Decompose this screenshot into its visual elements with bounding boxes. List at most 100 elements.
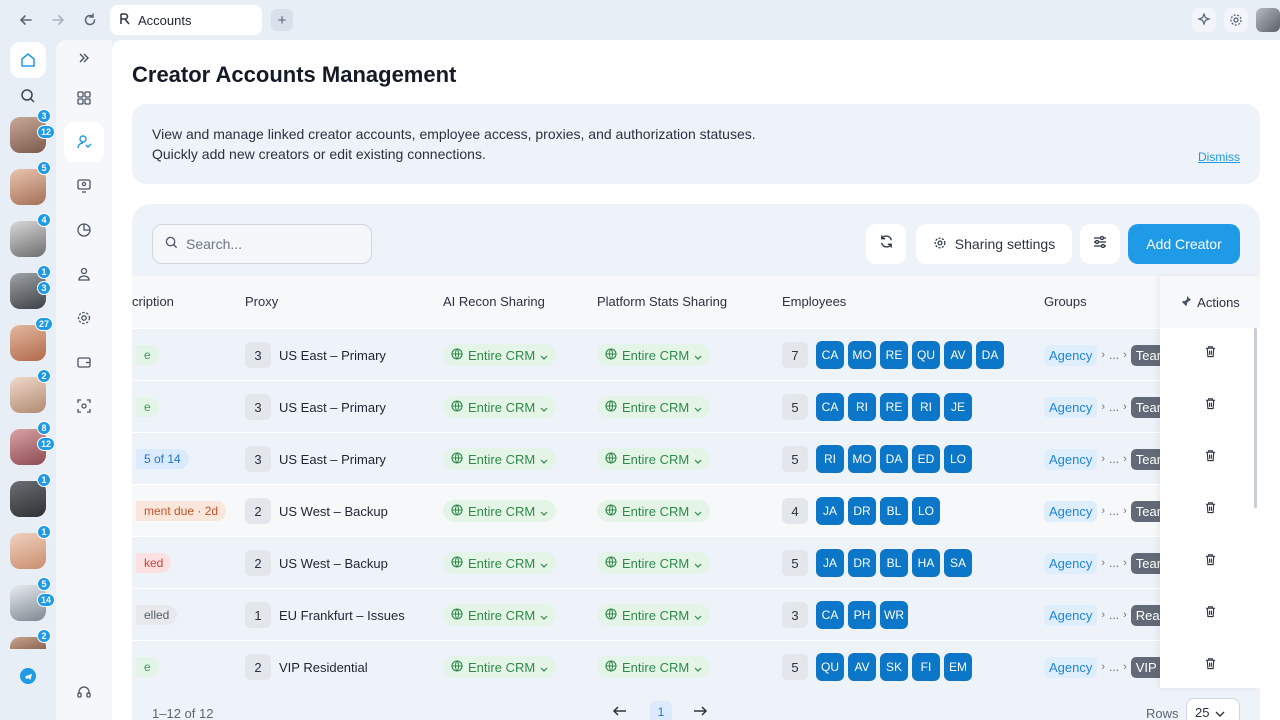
filter-button[interactable]	[1080, 224, 1120, 264]
employee-chip[interactable]: BL	[880, 549, 908, 577]
new-tab-button[interactable]: +	[271, 9, 293, 31]
employee-chip[interactable]: FI	[912, 653, 940, 681]
delete-row-button[interactable]	[1160, 588, 1260, 640]
proxy-name[interactable]: EU Frankfurt – Issues	[279, 608, 405, 623]
monitor-user-icon[interactable]	[64, 166, 104, 206]
ai-recon-dropdown[interactable]: Entire CRM	[443, 396, 557, 418]
table-row[interactable]: 5 of 14 3 US East – Primary Entire CRM Entir…	[132, 432, 1260, 484]
browser-tab[interactable]: Accounts	[110, 5, 262, 35]
employee-chip[interactable]: AV	[848, 653, 876, 681]
group-tag[interactable]: Agency	[1044, 396, 1098, 418]
employee-chip[interactable]: DR	[848, 549, 876, 577]
ai-recon-dropdown[interactable]: Entire CRM	[443, 448, 557, 470]
reload-icon[interactable]	[80, 10, 100, 30]
employee-chip[interactable]: CA	[816, 341, 844, 369]
employee-chip[interactable]: RE	[880, 393, 908, 421]
back-icon[interactable]	[16, 10, 36, 30]
user-group-icon[interactable]	[64, 254, 104, 294]
employee-chip[interactable]: RE	[880, 341, 908, 369]
delete-row-button[interactable]	[1160, 484, 1260, 536]
employee-chip[interactable]: LO	[944, 445, 972, 473]
employee-chip[interactable]: JA	[816, 497, 844, 525]
column-header-proxy[interactable]: Proxy	[245, 294, 278, 309]
employee-chip[interactable]: ED	[912, 445, 940, 473]
platform-stats-dropdown[interactable]: Entire CRM	[597, 396, 711, 418]
table-row[interactable]: e 2 VIP Residential Entire CRM Entire CRM 5 QU…	[132, 640, 1260, 692]
creator-avatar[interactable]: 27	[10, 317, 54, 361]
table-row[interactable]: e 3 US East – Primary Entire CRM Entire CRM 5…	[132, 380, 1260, 432]
employee-chip[interactable]: MO	[848, 445, 876, 473]
rows-per-page-select[interactable]: 25	[1186, 698, 1240, 720]
ai-recon-dropdown[interactable]: Entire CRM	[443, 500, 557, 522]
column-header-groups[interactable]: Groups	[1044, 294, 1087, 309]
dismiss-link[interactable]: Dismiss	[1198, 147, 1240, 167]
delete-row-button[interactable]	[1160, 536, 1260, 588]
creator-avatar[interactable]: 2	[10, 369, 51, 413]
employee-chip[interactable]: DA	[976, 341, 1004, 369]
creator-avatar[interactable]: 3 12	[10, 109, 56, 153]
page-number[interactable]: 1	[650, 701, 672, 720]
employee-chip[interactable]: RI	[848, 393, 876, 421]
ai-recon-dropdown[interactable]: Entire CRM	[443, 344, 557, 366]
platform-stats-dropdown[interactable]: Entire CRM	[597, 552, 711, 574]
employee-chip[interactable]: MO	[848, 341, 876, 369]
employee-chip[interactable]: RI	[816, 445, 844, 473]
platform-stats-dropdown[interactable]: Entire CRM	[597, 448, 711, 470]
table-row[interactable]: e 3 US East – Primary Entire CRM Entire CRM 7…	[132, 328, 1260, 380]
creator-avatar[interactable]: 1	[10, 473, 51, 517]
delete-row-button[interactable]	[1160, 328, 1260, 380]
employee-chip[interactable]: SA	[944, 549, 972, 577]
group-tag[interactable]: Agency	[1044, 656, 1098, 678]
employee-chip[interactable]: QU	[816, 653, 844, 681]
group-tag[interactable]: Agency	[1044, 552, 1098, 574]
add-creator-button[interactable]: Add Creator	[1128, 224, 1240, 264]
group-tag[interactable]: Agency	[1044, 344, 1098, 366]
employee-chip[interactable]: DR	[848, 497, 876, 525]
ai-recon-dropdown[interactable]: Entire CRM	[443, 604, 557, 626]
creator-avatar[interactable]: 1 3	[10, 265, 51, 309]
ai-recon-dropdown[interactable]: Entire CRM	[443, 552, 557, 574]
ai-recon-dropdown[interactable]: Entire CRM	[443, 656, 557, 678]
expand-icon[interactable]	[64, 38, 104, 78]
pin-icon[interactable]	[1180, 295, 1192, 310]
group-more[interactable]: ...	[1109, 452, 1119, 466]
employee-chip[interactable]: WR	[880, 601, 908, 629]
delete-row-button[interactable]	[1160, 380, 1260, 432]
employee-chip[interactable]: RI	[912, 393, 940, 421]
employee-chip[interactable]: CA	[816, 393, 844, 421]
employee-chip[interactable]: LO	[912, 497, 940, 525]
employee-chip[interactable]: PH	[848, 601, 876, 629]
sparkle-icon[interactable]	[1192, 8, 1216, 32]
search-box[interactable]	[152, 224, 372, 264]
sharing-settings-button[interactable]: Sharing settings	[916, 224, 1072, 264]
platform-stats-dropdown[interactable]: Entire CRM	[597, 500, 711, 522]
proxy-name[interactable]: US West – Backup	[279, 556, 388, 571]
proxy-name[interactable]: US East – Primary	[279, 400, 386, 415]
group-more[interactable]: ...	[1109, 504, 1119, 518]
group-tag[interactable]: Agency	[1044, 604, 1098, 626]
employee-chip[interactable]: BL	[880, 497, 908, 525]
delete-row-button[interactable]	[1160, 432, 1260, 484]
group-more[interactable]: ...	[1109, 400, 1119, 414]
platform-stats-dropdown[interactable]: Entire CRM	[597, 656, 711, 678]
creator-avatar[interactable]: 2	[10, 629, 51, 649]
employee-chip[interactable]: AV	[944, 341, 972, 369]
employee-chip[interactable]: JE	[944, 393, 972, 421]
group-more[interactable]: ...	[1109, 556, 1119, 570]
delete-row-button[interactable]	[1160, 640, 1260, 692]
employee-chip[interactable]: CA	[816, 601, 844, 629]
column-header-ai-recon[interactable]: AI Recon Sharing	[443, 294, 545, 309]
pie-chart-icon[interactable]	[64, 210, 104, 250]
group-tag[interactable]: Agency	[1044, 448, 1098, 470]
employee-chip[interactable]: QU	[912, 341, 940, 369]
column-header-subscription[interactable]: cription	[132, 294, 174, 309]
employee-chip[interactable]: EM	[944, 653, 972, 681]
creator-avatar[interactable]: 1	[10, 525, 51, 569]
employee-chip[interactable]: SK	[880, 653, 908, 681]
home-icon[interactable]	[10, 42, 46, 78]
creator-avatar[interactable]: 4	[10, 213, 51, 257]
proxy-name[interactable]: VIP Residential	[279, 660, 368, 675]
scan-icon[interactable]	[64, 386, 104, 426]
table-row[interactable]: ment due · 2d 2 US West – Backup Entire CRM…	[132, 484, 1260, 536]
settings-icon[interactable]	[64, 298, 104, 338]
